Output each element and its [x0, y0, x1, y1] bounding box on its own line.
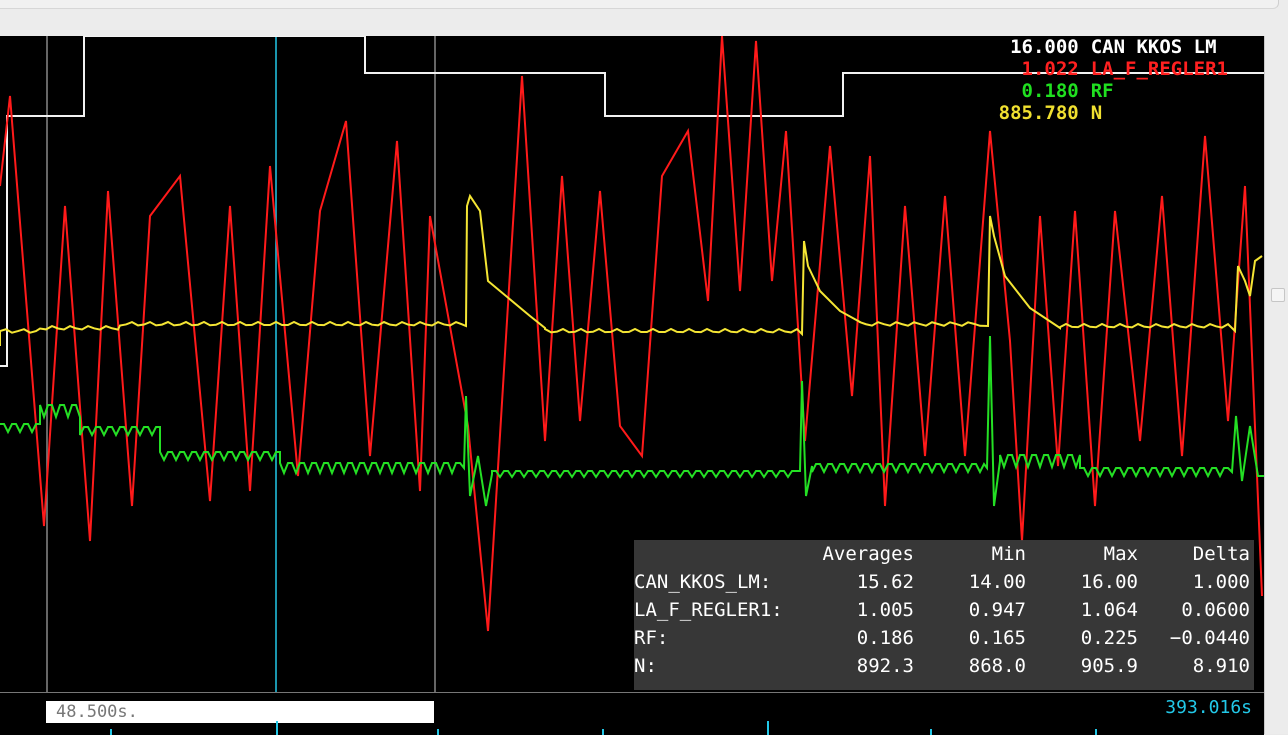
stats-cell: CAN_KKOS_LM:	[634, 571, 772, 593]
legend: 16.000 CAN KKOS LM 1.022 LA_F_REGLER1 0.18…	[989, 36, 1228, 124]
legend-value: 1.022	[1021, 58, 1079, 80]
stats-header-row: Averages Min Max Delta	[634, 540, 1250, 568]
vertical-scrollbar[interactable]	[1264, 36, 1288, 734]
trace-rf	[0, 335, 1264, 507]
stats-cell: 868.0	[968, 655, 1026, 677]
timeline-tick	[1095, 729, 1097, 735]
timeline-tick	[930, 729, 932, 735]
stats-cell: 0.947	[968, 599, 1026, 621]
statistics-table: Averages Min Max Delta CAN_KKOS_LM: 15.6…	[634, 540, 1250, 680]
stats-cell: 0.186	[856, 627, 914, 649]
stats-header: Averages	[822, 543, 914, 565]
window-top-edge	[0, 0, 1279, 9]
stats-cell: 1.064	[1080, 599, 1138, 621]
legend-value: 16.000	[1010, 36, 1079, 58]
stats-row: RF: 0.186 0.165 0.225 −0.0440	[634, 624, 1250, 652]
timeline-tick	[767, 721, 769, 735]
statistics-panel: Averages Min Max Delta CAN_KKOS_LM: 15.6…	[634, 540, 1254, 690]
stats-cell: 905.9	[1080, 655, 1138, 677]
legend-label: CAN KKOS LM	[1090, 36, 1217, 58]
stats-cell: LA_F_REGLER1:	[634, 599, 783, 621]
stats-row: LA_F_REGLER1: 1.005 0.947 1.064 0.0600	[634, 596, 1250, 624]
stats-cell: 0.225	[1080, 627, 1138, 649]
plot-area[interactable]: 16.000 CAN KKOS LM 1.022 LA_F_REGLER1 0.18…	[0, 36, 1264, 692]
scrollbar-handle[interactable]	[1271, 288, 1285, 302]
window-top-bar	[0, 0, 1288, 37]
stats-cell: RF:	[634, 627, 669, 649]
stats-header	[634, 540, 802, 568]
legend-label: RF	[1090, 80, 1114, 102]
stats-cell: 0.165	[968, 627, 1026, 649]
timeline-tick	[437, 729, 439, 735]
stats-header: Min	[991, 543, 1026, 565]
legend-label: N	[1090, 102, 1103, 124]
stats-header: Max	[1103, 543, 1138, 565]
stats-row: CAN_KKOS_LM: 15.62 14.00 16.00 1.000	[634, 568, 1250, 596]
stats-cell: 892.3	[856, 655, 914, 677]
timeline-tick	[276, 721, 278, 735]
stats-cell: 16.00	[1080, 571, 1138, 593]
stats-cell: 1.005	[856, 599, 914, 621]
stats-row: N: 892.3 868.0 905.9 8.910	[634, 652, 1250, 680]
timeline-tick	[110, 729, 112, 735]
end-time-label: 393.016s	[1165, 697, 1252, 718]
stats-cell: 1.000	[1192, 571, 1250, 593]
timeline-bar[interactable]: 48.500s. 393.016s	[0, 692, 1264, 735]
legend-row-rf: 0.180 RF	[989, 80, 1228, 102]
legend-row-la-f-regler1: 1.022 LA_F_REGLER1	[989, 58, 1228, 80]
legend-value: 0.180	[1021, 80, 1079, 102]
cursor-time-field[interactable]: 48.500s.	[46, 701, 434, 723]
stats-cell: −0.0440	[1169, 627, 1250, 649]
stats-header: Delta	[1192, 543, 1250, 565]
stats-cell: 15.62	[856, 571, 914, 593]
timeline-tick	[602, 729, 604, 735]
stats-cell: 14.00	[968, 571, 1026, 593]
legend-row-n: 885.780 N	[989, 102, 1228, 124]
legend-label: LA_F_REGLER1	[1090, 58, 1228, 80]
legend-row-can-kkos-lm: 16.000 CAN KKOS LM	[989, 36, 1228, 58]
stats-cell: N:	[634, 655, 657, 677]
legend-value: 885.780	[998, 102, 1079, 124]
stats-cell: 0.0600	[1181, 599, 1250, 621]
stats-cell: 8.910	[1192, 655, 1250, 677]
